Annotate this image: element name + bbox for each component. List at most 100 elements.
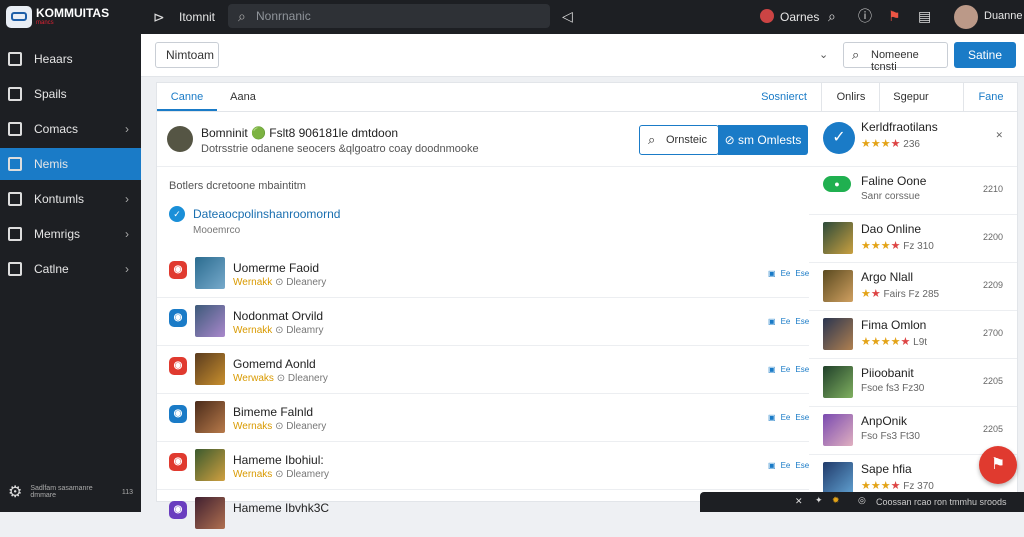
user-name[interactable]: Oarnes — [780, 10, 819, 24]
profile-name[interactable]: Duanne — [984, 10, 1023, 22]
footer-count: 113 — [121, 488, 133, 496]
row-name[interactable]: Nodonmat Orvild — [233, 309, 323, 323]
tab-sgepur[interactable]: Sgepur — [879, 83, 942, 111]
sidebar-item-2[interactable]: Comacs › — [0, 113, 141, 145]
chevron-right-icon: › — [125, 192, 129, 206]
item-title[interactable]: Piioobanit — [861, 366, 914, 380]
pin-icon[interactable]: ✦ — [815, 495, 823, 506]
tab-sosnierct[interactable]: Sosnierct — [753, 83, 815, 111]
table-row[interactable]: ◉ Nodonmat Orvild Wernakk ⊙ Dleamry ▣ Ee Ese — [157, 297, 809, 346]
row-action-2[interactable]: Ese — [794, 317, 810, 326]
highlight-sub: Mooemrco — [193, 225, 241, 236]
item-title[interactable]: Fima Omlon — [861, 318, 926, 332]
sidebar-item-3[interactable]: Nemis — [0, 148, 141, 180]
sidebar-item-5[interactable]: Memrigs › — [0, 218, 141, 250]
app-badge-icon: ◉ — [169, 405, 187, 423]
item-title[interactable]: Dao Online — [861, 222, 921, 236]
game-thumbnail — [195, 257, 225, 289]
featured-primary-button[interactable]: ⊘ sm Omlests — [718, 125, 808, 155]
row-name[interactable]: Bimeme Falnld — [233, 405, 313, 419]
row-name[interactable]: Hameme Ibvhk3C — [233, 501, 329, 515]
chevron-down-icon[interactable]: ⌄ — [819, 48, 828, 61]
star-icon: ★ — [900, 336, 911, 348]
profile-avatar[interactable] — [954, 5, 978, 29]
user-avatar-icon[interactable] — [760, 9, 774, 23]
item-title[interactable]: Argo Nlall — [861, 270, 913, 284]
table-row[interactable]: ◉ Hameme Ibohiul: Wernaks ⊙ Dleamery ▣ Ee Ese — [157, 441, 809, 490]
tab-aana[interactable]: Aana — [221, 83, 265, 111]
row-action-0[interactable]: ▣ — [767, 269, 777, 278]
rating-text: L9t — [913, 337, 928, 348]
row-action-0[interactable]: ▣ — [767, 317, 777, 326]
row-action-2[interactable]: Ese — [794, 269, 810, 278]
main-header: Nimtoam ⌄ ⌕ Nomeene tcnsti Satine — [141, 34, 1024, 77]
header-search-button[interactable]: ⌕ Nomeene tcnsti — [843, 42, 948, 73]
item-rating: ★★★★ Fz 370 — [861, 479, 934, 492]
row-action-2[interactable]: Ese — [794, 365, 810, 374]
row-sub: Wernakk ⊙ Dleamry — [233, 325, 323, 336]
document-icon — [8, 87, 22, 101]
item-title[interactable]: Kerldfraotilans — [861, 120, 938, 134]
sidebar-item-0[interactable]: Heaars — [0, 43, 141, 75]
close-icon[interactable]: ✕ — [795, 496, 803, 507]
table-row[interactable]: ◉ Gomemd Aonld Werwaks ⊙ Dleanery ▣ Ee Ese — [157, 345, 809, 394]
recommendation-item[interactable]: ✓ Kerldfraotilans ★★★★ 236 ✕ — [809, 112, 1017, 167]
row-action-1[interactable]: Ee — [780, 413, 792, 422]
game-thumbnail — [195, 353, 225, 385]
feedback-fab-button[interactable]: ⚑ — [979, 446, 1017, 484]
app-logo[interactable]: KOMMUITAS mancs — [6, 6, 109, 28]
row-actions: ▣ Ee Ese — [767, 413, 810, 422]
notification-icon[interactable]: ▤ — [918, 9, 931, 23]
row-sub: Wernaks ⊙ Dleamery — [233, 469, 329, 480]
dashboard-icon[interactable]: ⊳ — [153, 10, 165, 24]
row-action-0[interactable]: ▣ — [767, 365, 777, 374]
recommendation-item[interactable]: Argo Nlall ★★ Fairs Fz 285 2209 — [809, 262, 1017, 311]
highlight-row[interactable]: ✓ Dateaocpolinshanroomornd Mooemrco — [157, 200, 809, 244]
recommendation-item[interactable]: AnpOnik Fso Fs3 Ft30 2205 — [809, 406, 1017, 455]
row-actions: ▣ Ee Ese — [767, 317, 810, 326]
row-sub-a: Wernakk — [233, 325, 273, 336]
row-action-0[interactable]: ▣ — [767, 413, 777, 422]
sidebar-item-6[interactable]: Catlne › — [0, 253, 141, 285]
row-name[interactable]: Gomemd Aonld — [233, 357, 316, 371]
item-title[interactable]: Faline Oone — [861, 174, 926, 188]
item-title[interactable]: AnpOnik — [861, 414, 907, 428]
item-title[interactable]: Sape hfia — [861, 462, 912, 476]
gear-icon[interactable]: ✹ — [832, 495, 840, 506]
star-icon: ★ — [880, 240, 891, 252]
search-icon[interactable]: ⌕ — [828, 9, 836, 23]
primary-action-button[interactable]: Satine — [954, 42, 1016, 68]
tab-canne[interactable]: Canne — [157, 83, 217, 111]
row-action-1[interactable]: Ee — [780, 269, 792, 278]
info-icon[interactable]: ⓘ — [858, 9, 872, 23]
flag-icon[interactable]: ⚑ — [888, 9, 901, 23]
row-action-1[interactable]: Ee — [780, 461, 792, 470]
game-thumbnail — [823, 318, 853, 350]
row-actions: ▣ Ee Ese — [767, 365, 810, 374]
sound-icon[interactable]: ◁ — [562, 9, 573, 23]
row-action-2[interactable]: Ese — [794, 413, 810, 422]
table-row[interactable]: ◉ Bimeme Falnld Wernaks ⊙ Dleanery ▣ Ee Ese — [157, 393, 809, 442]
tab-fane[interactable]: Fane — [963, 83, 1018, 111]
tab-onlirs[interactable]: Onlirs — [821, 83, 880, 111]
row-name[interactable]: Hameme Ibohiul: — [233, 453, 324, 467]
recommendation-item[interactable]: Piioobanit Fsoe fs3 Fz30 2205 — [809, 358, 1017, 407]
highlight-link[interactable]: Dateaocpolinshanroomornd — [193, 207, 340, 221]
global-search[interactable]: ⌕ Nonrnanic — [228, 4, 550, 28]
table-row[interactable]: ◉ Uomerme Faoid Wernakk ⊙ Dleanery ▣ Ee Ese — [157, 249, 809, 298]
row-action-0[interactable]: ▣ — [767, 461, 777, 470]
recommendation-item[interactable]: ● Faline Oone Sanr corssue 2210 — [809, 166, 1017, 215]
filter-dropdown[interactable]: Nimtoam — [155, 42, 219, 68]
top-tab-label[interactable]: Itomnit — [179, 10, 215, 24]
recommendation-item[interactable]: Fima Omlon ★★★★★ L9t 2700 — [809, 310, 1017, 359]
settings-gear-icon[interactable]: ⚙ — [8, 482, 22, 502]
featured-title: Bomninit 🟢 Fslt8 906181le dmtdoon — [201, 126, 399, 140]
sidebar-item-4[interactable]: Kontumls › — [0, 183, 141, 215]
row-action-1[interactable]: Ee — [780, 365, 792, 374]
sidebar-item-1[interactable]: Spails — [0, 78, 141, 110]
featured-search-button[interactable]: ⌕ Ornsteic — [639, 125, 719, 155]
row-action-2[interactable]: Ese — [794, 461, 810, 470]
row-action-1[interactable]: Ee — [780, 317, 792, 326]
row-name[interactable]: Uomerme Faoid — [233, 261, 319, 275]
recommendation-item[interactable]: Dao Online ★★★★ Fz 310 2200 — [809, 214, 1017, 263]
